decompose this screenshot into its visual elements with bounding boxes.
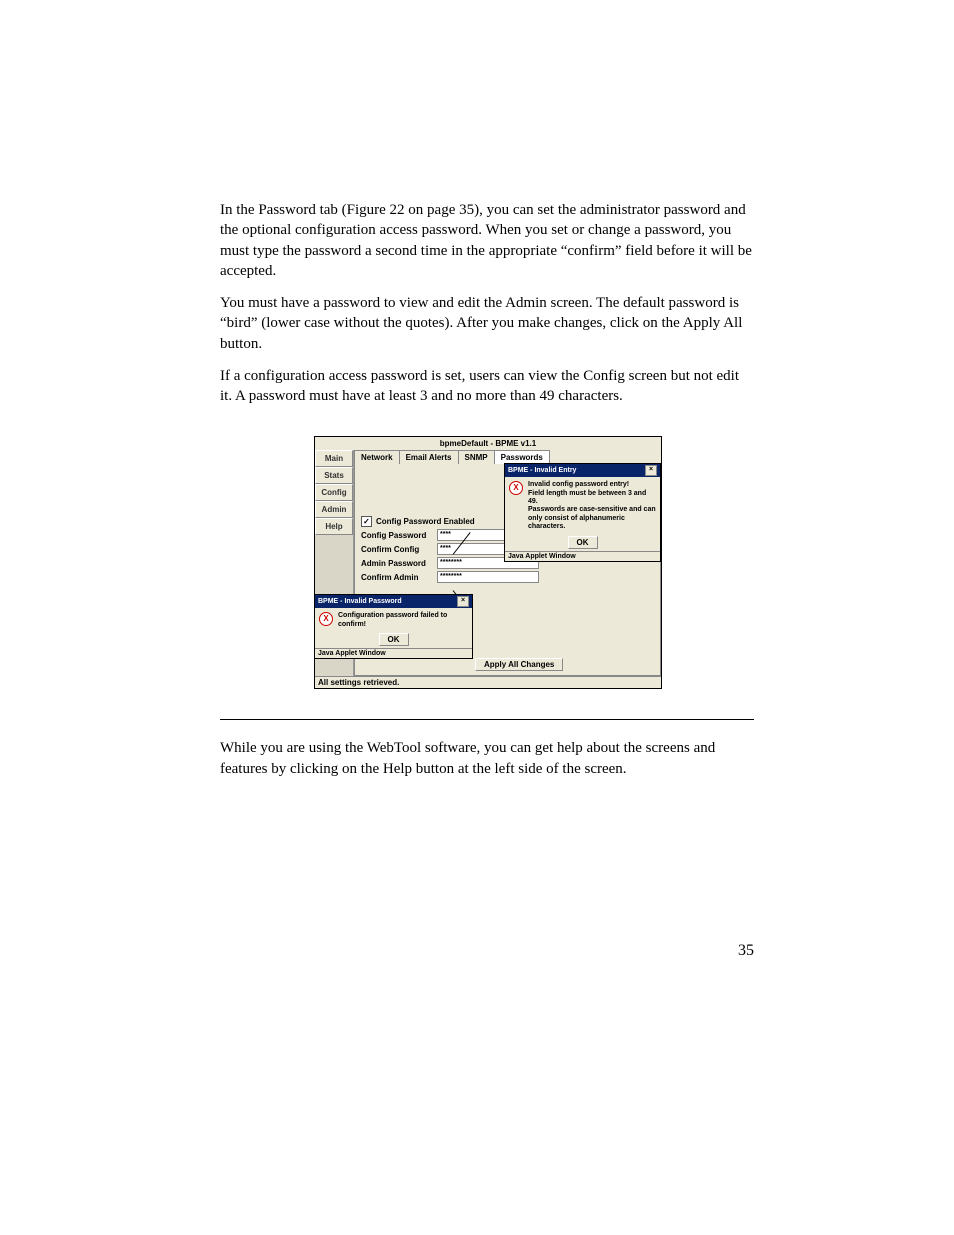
app-window-title: bpmeDefault - BPME v1.1 — [315, 437, 661, 450]
tab-snmp[interactable]: SNMP — [458, 450, 495, 464]
paragraph-2: You must have a password to view and edi… — [220, 293, 754, 354]
confirm-admin-label: Confirm Admin — [361, 573, 437, 582]
sidebar-item-admin[interactable]: Admin — [315, 501, 353, 518]
error-icon: X — [319, 612, 333, 626]
paragraph-1: In the Password tab (Figure 22 on page 3… — [220, 200, 754, 281]
invalid-password-dialog-title: BPME - Invalid Password — [318, 598, 402, 605]
paragraph-3: If a configuration access password is se… — [220, 366, 754, 407]
admin-password-label: Admin Password — [361, 559, 437, 568]
config-password-enabled-label: Config Password Enabled — [376, 517, 475, 526]
sidebar-item-main[interactable]: Main — [315, 450, 353, 467]
paragraph-4: While you are using the WebTool software… — [220, 738, 754, 779]
tab-network[interactable]: Network — [354, 450, 400, 464]
invalid-entry-message: Invalid config password entry! Field len… — [528, 481, 656, 531]
page-number: 35 — [738, 942, 754, 960]
sidebar-item-config[interactable]: Config — [315, 484, 353, 501]
app-status-bar: All settings retrieved. — [315, 676, 661, 688]
confirm-admin-input[interactable]: ******** — [437, 571, 539, 583]
confirm-config-label: Confirm Config — [361, 545, 437, 554]
invalid-password-dialog: BPME - Invalid Password × X Configuratio… — [314, 594, 473, 659]
invalid-entry-ok-button[interactable]: OK — [568, 536, 598, 549]
section-divider — [220, 719, 754, 720]
apply-all-changes-button[interactable]: Apply All Changes — [475, 658, 563, 671]
invalid-entry-status: Java Applet Window — [505, 551, 660, 561]
sidebar-item-help[interactable]: Help — [315, 518, 353, 535]
error-icon: X — [509, 481, 523, 495]
invalid-entry-dialog: BPME - Invalid Entry × X Invalid config … — [504, 463, 661, 561]
tab-passwords[interactable]: Passwords — [494, 450, 550, 464]
invalid-password-ok-button[interactable]: OK — [379, 633, 409, 646]
sidebar-item-stats[interactable]: Stats — [315, 467, 353, 484]
tab-strip: Network Email Alerts SNMP Passwords — [354, 450, 661, 464]
tab-email-alerts[interactable]: Email Alerts — [399, 450, 459, 464]
invalid-password-status: Java Applet Window — [315, 648, 472, 658]
config-password-enabled-checkbox[interactable]: ✓ — [361, 516, 372, 527]
config-password-label: Config Password — [361, 531, 437, 540]
close-icon[interactable]: × — [457, 596, 469, 607]
figure-22-screenshot: bpmeDefault - BPME v1.1 Main Stats Confi… — [314, 436, 662, 689]
close-icon[interactable]: × — [645, 465, 657, 476]
invalid-entry-dialog-title: BPME - Invalid Entry — [508, 467, 576, 474]
invalid-password-message: Configuration password failed to confirm… — [338, 612, 468, 629]
